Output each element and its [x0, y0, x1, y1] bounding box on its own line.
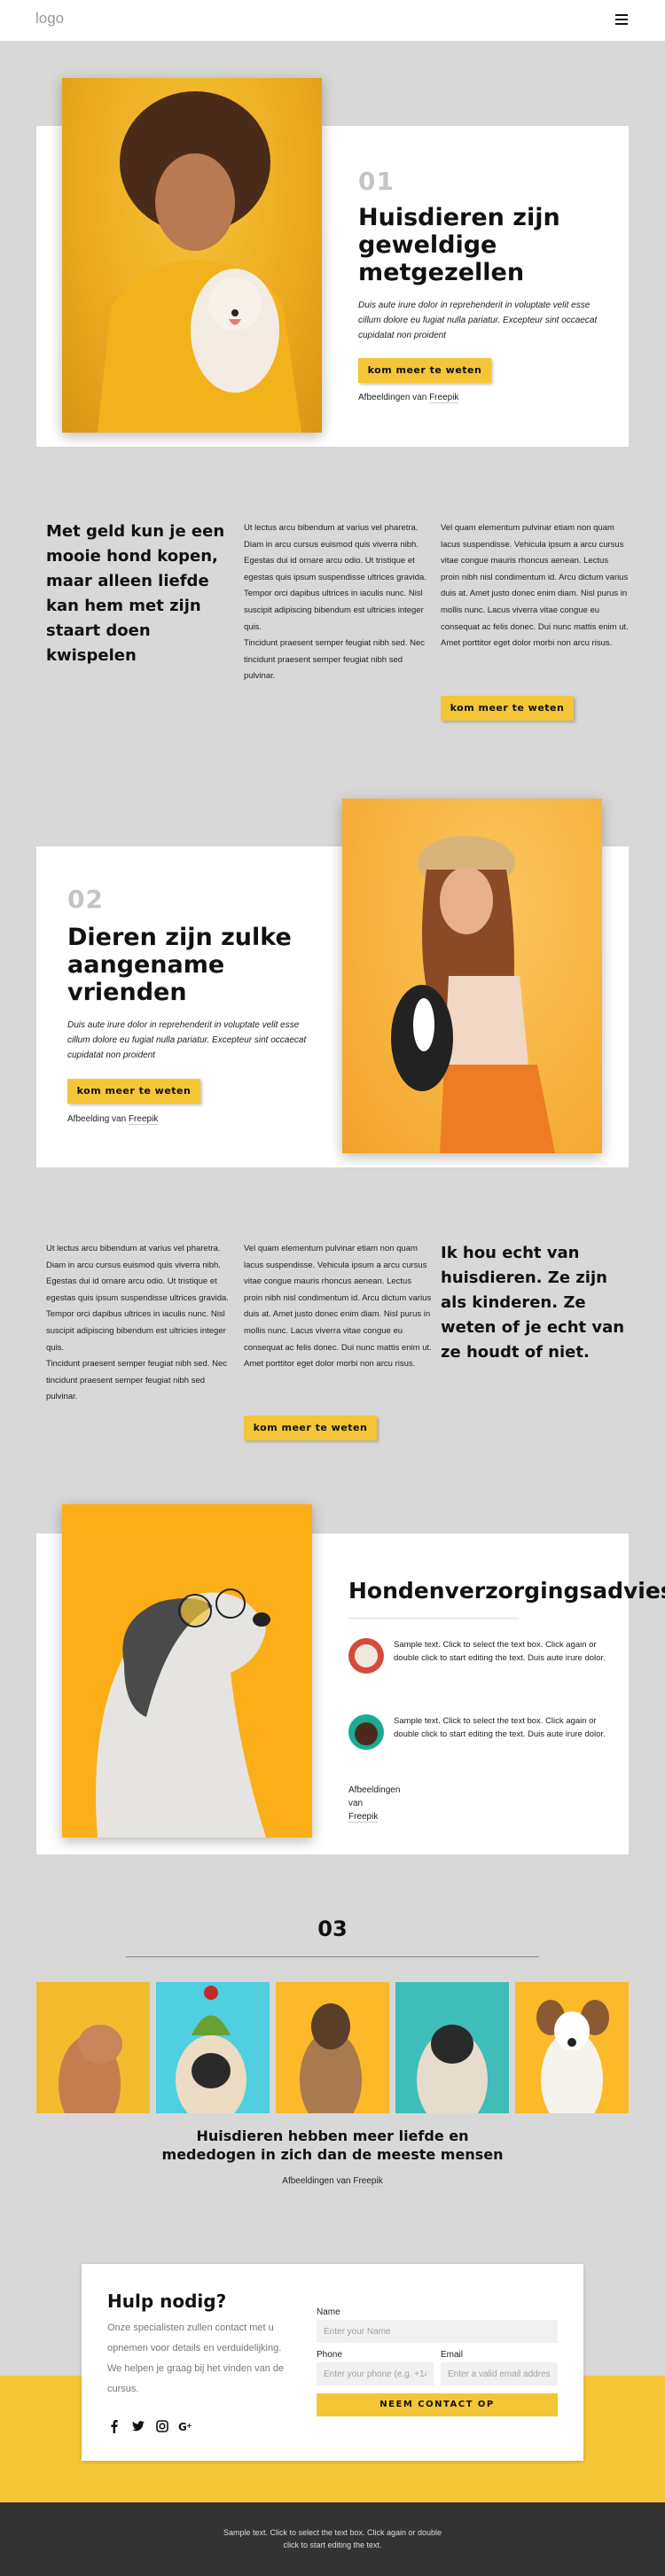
section-2-title: Dieren zijn zulke aangename vrienden	[67, 924, 292, 1006]
text-2-column-2: Vel quam elementum pulvinar etiam non qu…	[244, 1244, 432, 1370]
footer-text: Sample text. Click to select the text bo…	[223, 2528, 442, 2549]
phone-label: Phone	[317, 2350, 342, 2360]
text-1-column-2: Vel quam elementum pulvinar etiam non qu…	[441, 523, 629, 649]
text-2-column-1: Ut lectus arcu bibendum at varius vel ph…	[46, 1244, 229, 1402]
quote-2: Ik hou echt van huisdieren. Ze zijn als …	[441, 1244, 625, 1362]
facebook-icon[interactable]	[107, 2419, 121, 2433]
hamburger-menu-icon[interactable]	[615, 14, 628, 25]
section-2-credit: Afbeelding van Freepik	[67, 1114, 159, 1125]
email-label: Email	[441, 2350, 464, 2360]
dog-illustration	[96, 1589, 270, 1838]
section-1-number: 01	[358, 167, 395, 196]
section-2-learn-more-button[interactable]: kom meer te weten	[67, 1079, 200, 1104]
instagram-icon[interactable]	[155, 2419, 169, 2433]
section-1-lead: Duis aute irure dolor in reprehenderit i…	[358, 301, 598, 340]
bulldog-avatar	[348, 1638, 384, 1674]
quote-1: Met geld kun je een mooie hond kopen, ma…	[46, 522, 225, 665]
section-4-title: Huisdieren hebben meer liefde en mededog…	[161, 2127, 504, 2163]
freepik-link[interactable]: Freepik	[353, 2176, 383, 2187]
google-plus-icon[interactable]: G +	[178, 2419, 192, 2433]
logo[interactable]: logo	[35, 10, 64, 27]
text-2-learn-more-button[interactable]: kom meer te weten	[244, 1416, 377, 1440]
contact-title: Hulp nodig?	[107, 2291, 227, 2312]
name-label: Name	[317, 2307, 340, 2317]
freepik-link[interactable]: Freepik	[348, 1812, 379, 1823]
woman-with-pomeranian-image	[62, 78, 322, 433]
section-4-credit: Afbeeldingen van Freepik	[282, 2176, 383, 2187]
pug-party-hat-image	[156, 1982, 270, 2113]
footer: Sample text. Click to select the text bo…	[0, 2502, 665, 2576]
text-1-column-1: Ut lectus arcu bibendum at varius vel ph…	[244, 523, 426, 682]
woman-with-boston-terrier-image	[342, 799, 602, 1153]
section-1-title: Huisdieren zijn geweldige metgezellen	[358, 204, 560, 286]
twitter-icon[interactable]	[131, 2419, 145, 2433]
poodle-image	[36, 1982, 150, 2113]
email-input[interactable]	[441, 2362, 558, 2385]
section-3-title: Hondenverzorgingsadvies	[348, 1578, 665, 1604]
mixed-dog-tie-image	[276, 1982, 389, 2113]
section-4-number: 03	[317, 1916, 348, 1941]
section-3-credit: Afbeeldingen van Freepik	[348, 1785, 401, 1823]
name-input[interactable]	[317, 2320, 558, 2343]
freepik-link[interactable]: Freepik	[429, 393, 459, 403]
svg-text:+: +	[186, 2422, 192, 2430]
site-header: logo	[0, 0, 665, 41]
section-1-learn-more-button[interactable]: kom meer te weten	[358, 358, 491, 383]
woman-illustration	[98, 91, 301, 433]
labrador-avatar	[348, 1714, 384, 1750]
dog-with-glasses-image	[62, 1504, 312, 1838]
woman-illustration	[391, 836, 555, 1153]
contact-text: Onze specialisten zullen contact met u o…	[107, 2322, 285, 2394]
section-2-lead: Duis aute irure dolor in reprehenderit i…	[67, 1020, 307, 1060]
jack-russell-image	[515, 1982, 629, 2113]
phone-input[interactable]	[317, 2362, 434, 2385]
section-1-credit: Afbeeldingen van Freepik	[358, 393, 459, 403]
freepik-link[interactable]: Freepik	[128, 1114, 159, 1125]
section-4-divider	[126, 1956, 539, 1957]
contact-submit-button[interactable]: NEEM CONTACT OP	[317, 2393, 558, 2416]
text-1-learn-more-button[interactable]: kom meer te weten	[441, 696, 574, 721]
section-3-divider	[348, 1618, 519, 1619]
section-2-number: 02	[67, 885, 104, 914]
pug-image	[395, 1982, 509, 2113]
